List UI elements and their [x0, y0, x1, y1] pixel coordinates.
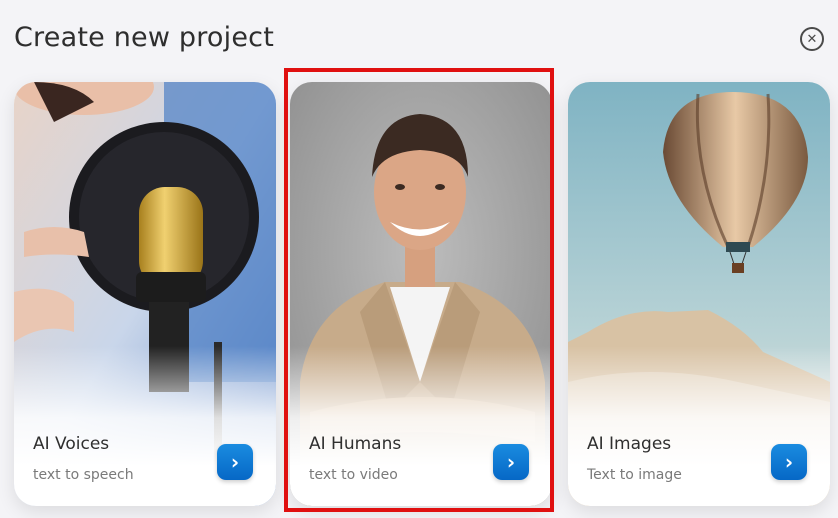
open-ai-humans-button[interactable]: › — [493, 444, 529, 480]
open-ai-voices-button[interactable]: › — [217, 444, 253, 480]
card-ai-humans[interactable]: AI Humans text to video › — [290, 82, 552, 506]
chevron-right-icon: › — [784, 450, 794, 474]
card-title: AI Images — [587, 434, 672, 454]
card-ai-images[interactable]: AI Images Text to image › — [568, 82, 830, 506]
card-title: AI Humans — [309, 434, 402, 454]
close-icon: ✕ — [806, 31, 818, 47]
chevron-right-icon: › — [506, 450, 516, 474]
open-ai-images-button[interactable]: › — [771, 444, 807, 480]
card-ai-voices[interactable]: AI Voices text to speech › — [14, 82, 276, 506]
card-title: AI Voices — [33, 434, 110, 454]
close-button[interactable]: ✕ — [800, 27, 824, 51]
card-subtitle: Text to image — [587, 467, 682, 483]
card-subtitle: text to video — [309, 467, 398, 483]
page-title: Create new project — [14, 22, 274, 53]
chevron-right-icon: › — [230, 450, 240, 474]
card-subtitle: text to speech — [33, 467, 134, 483]
